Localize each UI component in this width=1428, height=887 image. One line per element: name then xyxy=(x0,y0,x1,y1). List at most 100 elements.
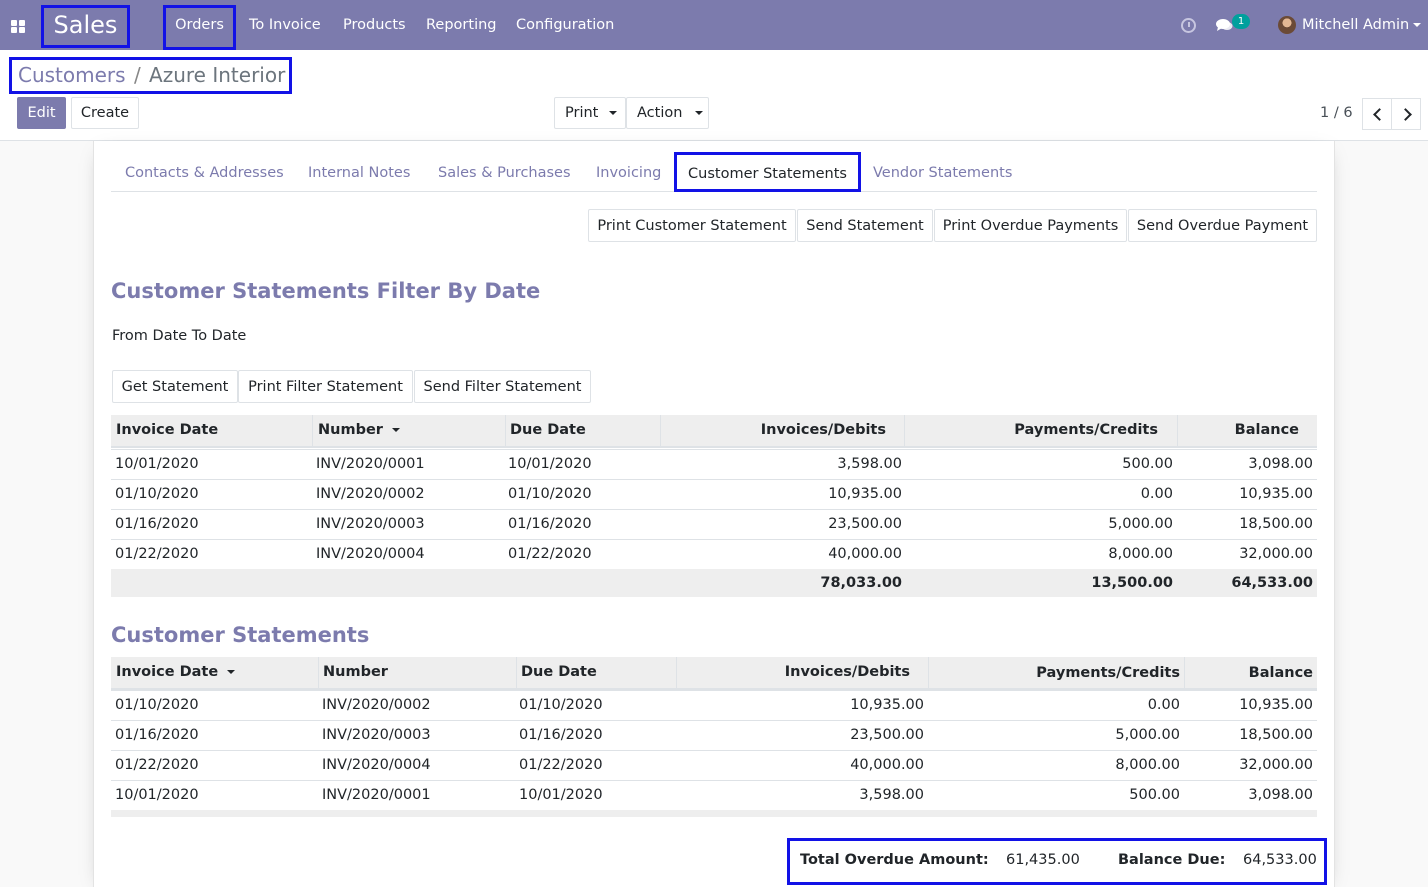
tab-vendor-statements[interactable]: Vendor Statements xyxy=(873,152,1012,191)
col-invoice-date[interactable]: Invoice Date xyxy=(111,657,318,688)
cell-invoices-debits: 40,000.00 xyxy=(850,757,924,773)
print-customer-statement-button[interactable]: Print Customer Statement xyxy=(588,209,796,242)
cell-invoice-date: 10/01/2020 xyxy=(115,456,199,472)
col-invoice-date-label: Invoice Date xyxy=(116,664,219,680)
activity-clock-icon[interactable] xyxy=(1181,18,1196,33)
tab-internal-notes[interactable]: Internal Notes xyxy=(308,152,410,191)
menu-configuration[interactable]: Configuration xyxy=(516,0,614,50)
print-caret-icon xyxy=(608,111,617,115)
cell-payments-credits: 500.00 xyxy=(1122,456,1173,472)
user-chevron-down-icon[interactable] xyxy=(1413,23,1421,27)
sort-caret-icon xyxy=(227,670,236,674)
send-filter-statement-button[interactable]: Send Filter Statement xyxy=(414,370,591,403)
get-statement-button[interactable]: Get Statement xyxy=(112,370,238,403)
menu-products[interactable]: Products xyxy=(343,0,406,50)
total-invoices-debits: 78,033.00 xyxy=(820,575,902,591)
print-dropdown[interactable]: Print xyxy=(554,97,626,129)
col-invoice-date[interactable]: Invoice Date xyxy=(111,415,312,446)
notification-badge: 1 xyxy=(1232,14,1250,29)
total-overdue-value: 61,435.00 xyxy=(1006,852,1080,868)
col-due-date[interactable]: Due Date xyxy=(516,657,676,688)
tab-customer-statements[interactable]: Customer Statements xyxy=(674,152,861,192)
statements-section-title: Customer Statements xyxy=(111,623,370,647)
user-avatar[interactable] xyxy=(1278,16,1296,34)
tab-contacts-addresses[interactable]: Contacts & Addresses xyxy=(125,152,284,191)
cell-balance: 3,098.00 xyxy=(1248,787,1313,803)
col-number[interactable]: Number xyxy=(318,657,516,688)
col-due-date[interactable]: Due Date xyxy=(505,415,660,446)
cell-invoices-debits: 23,500.00 xyxy=(828,516,902,532)
col-invoices-debits[interactable]: Invoices/Debits xyxy=(660,415,904,446)
chat-bubbles-icon[interactable] xyxy=(1216,18,1233,32)
cell-balance: 18,500.00 xyxy=(1239,516,1313,532)
cell-balance: 10,935.00 xyxy=(1239,697,1313,713)
cell-due-date: 01/16/2020 xyxy=(508,516,592,532)
table-row[interactable]: 01/10/2020 INV/2020/0002 01/10/2020 10,935.… xyxy=(111,690,1317,720)
cell-due-date: 01/22/2020 xyxy=(508,546,592,562)
col-balance[interactable]: Balance xyxy=(1177,415,1317,446)
cell-number: INV/2020/0004 xyxy=(316,546,425,562)
cell-invoice-date: 10/01/2020 xyxy=(115,787,199,803)
top-navbar: Sales Orders To Invoice Products Reporti… xyxy=(0,0,1428,50)
cell-payments-credits: 5,000.00 xyxy=(1115,727,1180,743)
table-row[interactable]: 10/01/2020 INV/2020/0001 10/01/2020 3,598.0… xyxy=(111,780,1317,810)
cell-due-date: 01/16/2020 xyxy=(519,727,603,743)
cell-invoice-date: 01/22/2020 xyxy=(115,757,199,773)
cell-due-date: 01/10/2020 xyxy=(519,697,603,713)
cell-invoice-date: 01/22/2020 xyxy=(115,546,199,562)
cell-balance: 32,000.00 xyxy=(1239,546,1313,562)
cell-number: INV/2020/0002 xyxy=(322,697,431,713)
user-menu[interactable]: Mitchell Admin xyxy=(1302,0,1409,50)
cell-due-date: 01/22/2020 xyxy=(519,757,603,773)
overdue-summary: Total Overdue Amount: 61,435.00 Balance … xyxy=(787,838,1327,885)
breadcrumb-current: Azure Interior xyxy=(149,63,286,87)
table-row[interactable]: 01/10/2020 INV/2020/0002 01/10/2020 10,935.… xyxy=(111,479,1317,509)
cell-number: INV/2020/0003 xyxy=(322,727,431,743)
send-overdue-payment-button[interactable]: Send Overdue Payment xyxy=(1128,209,1317,242)
cell-invoices-debits: 10,935.00 xyxy=(850,697,924,713)
print-overdue-payments-button[interactable]: Print Overdue Payments xyxy=(934,209,1127,242)
col-payments-credits[interactable]: Payments/Credits xyxy=(904,415,1177,446)
col-balance[interactable]: Balance xyxy=(1184,657,1317,690)
col-number[interactable]: Number xyxy=(312,415,505,446)
tab-sales-purchases[interactable]: Sales & Purchases xyxy=(438,152,571,191)
tab-invoicing[interactable]: Invoicing xyxy=(596,152,661,191)
menu-to-invoice[interactable]: To Invoice xyxy=(249,0,321,50)
table-row[interactable]: 10/01/2020 INV/2020/0001 10/01/2020 3,598.0… xyxy=(111,449,1317,479)
app-brand[interactable]: Sales xyxy=(41,5,130,48)
menu-orders[interactable]: Orders xyxy=(163,5,236,50)
cell-invoices-debits: 3,598.00 xyxy=(837,456,902,472)
col-payments-credits[interactable]: Payments/Credits xyxy=(928,657,1184,690)
menu-reporting[interactable]: Reporting xyxy=(426,0,497,50)
cell-payments-credits: 0.00 xyxy=(1140,486,1173,502)
breadcrumb: Customers / Azure Interior xyxy=(9,57,292,94)
table-row[interactable]: 01/22/2020 INV/2020/0004 01/22/2020 40,000.… xyxy=(111,539,1317,569)
cell-invoices-debits: 10,935.00 xyxy=(828,486,902,502)
table-row[interactable]: 01/16/2020 INV/2020/0003 01/16/2020 23,500.… xyxy=(111,509,1317,539)
breadcrumb-parent[interactable]: Customers xyxy=(18,63,126,87)
cell-balance: 32,000.00 xyxy=(1239,757,1313,773)
send-statement-button[interactable]: Send Statement xyxy=(797,209,933,242)
pager-next-icon[interactable] xyxy=(1391,98,1421,130)
edit-button[interactable]: Edit xyxy=(17,97,66,129)
balance-due-value: 64,533.00 xyxy=(1243,852,1317,868)
cell-invoices-debits: 23,500.00 xyxy=(850,727,924,743)
table-row[interactable]: 01/16/2020 INV/2020/0003 01/16/2020 23,500.… xyxy=(111,720,1317,750)
apps-menu-icon[interactable] xyxy=(10,17,26,33)
date-range-label: From Date To Date xyxy=(112,328,247,344)
table-row[interactable]: 01/22/2020 INV/2020/0004 01/22/2020 40,000.… xyxy=(111,750,1317,780)
create-button[interactable]: Create xyxy=(71,97,139,129)
cell-balance: 3,098.00 xyxy=(1248,456,1313,472)
action-dropdown[interactable]: Action xyxy=(626,97,709,129)
filter-section-title: Customer Statements Filter By Date xyxy=(111,279,541,303)
col-invoices-debits[interactable]: Invoices/Debits xyxy=(676,657,928,688)
pager-previous-icon[interactable] xyxy=(1362,98,1392,130)
pager-value[interactable]: 1 / 6 xyxy=(1320,103,1353,123)
table-footer xyxy=(111,810,1317,817)
cell-number: INV/2020/0003 xyxy=(316,516,425,532)
total-payments-credits: 13,500.00 xyxy=(1091,575,1173,591)
cell-payments-credits: 8,000.00 xyxy=(1115,757,1180,773)
cell-invoice-date: 01/16/2020 xyxy=(115,516,199,532)
print-filter-statement-button[interactable]: Print Filter Statement xyxy=(238,370,413,403)
action-label: Action xyxy=(637,105,683,121)
